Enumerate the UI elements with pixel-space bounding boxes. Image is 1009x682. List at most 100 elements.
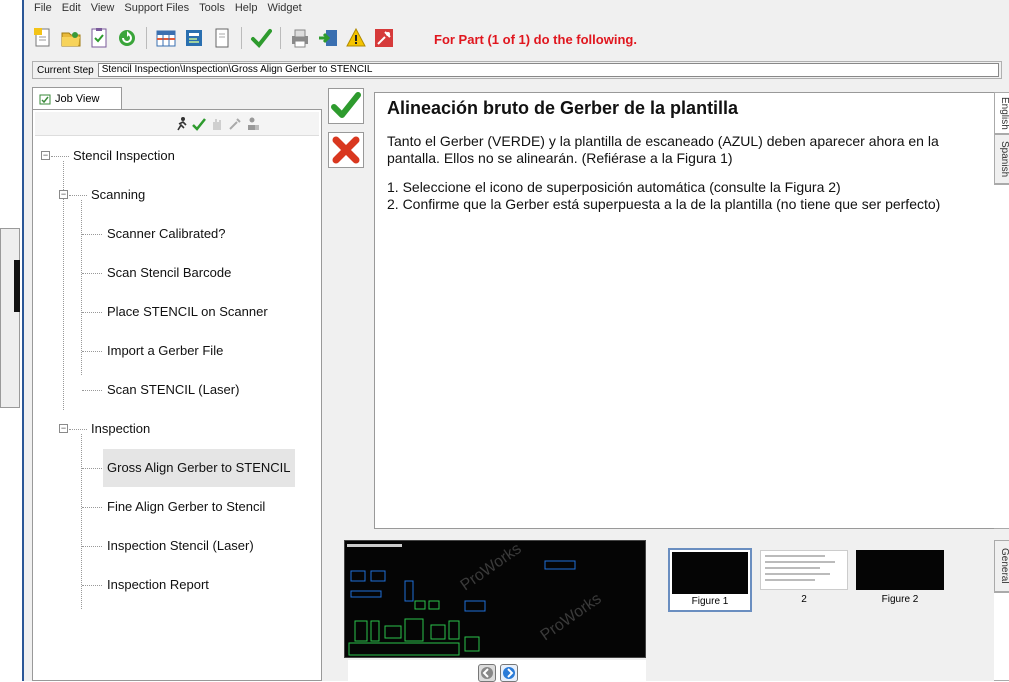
part-message: For Part (1 of 1) do the following. bbox=[434, 32, 637, 47]
toolbar-separator bbox=[280, 27, 281, 49]
reject-button[interactable] bbox=[328, 132, 364, 168]
checklist-icon[interactable] bbox=[88, 27, 110, 49]
tree-connector bbox=[82, 507, 102, 508]
tree-connector bbox=[81, 434, 82, 609]
warning-icon[interactable] bbox=[345, 27, 367, 49]
open-folder-icon[interactable] bbox=[60, 27, 82, 49]
tree-node-scanner-calibrated[interactable]: Scanner Calibrated? bbox=[103, 219, 230, 249]
figure-3-image bbox=[856, 550, 944, 590]
menu-tools[interactable]: Tools bbox=[199, 2, 225, 18]
instruction-panel: Alineación bruto de Gerber de la plantil… bbox=[374, 92, 996, 529]
job-view-panel: − Stencil Inspection − Scanning Scanner … bbox=[32, 109, 322, 681]
user-tool-icon[interactable] bbox=[245, 116, 261, 132]
tree-node-scan-stencil-laser[interactable]: Scan STENCIL (Laser) bbox=[103, 375, 243, 405]
tab-spanish[interactable]: Spanish bbox=[994, 134, 1009, 184]
tree-connector bbox=[82, 312, 102, 313]
tree-connector bbox=[82, 234, 102, 235]
menu-widget[interactable]: Widget bbox=[267, 2, 301, 18]
current-step-label: Current Step bbox=[37, 64, 94, 76]
checkmark-icon[interactable] bbox=[250, 27, 272, 49]
grid-icon[interactable] bbox=[155, 27, 177, 49]
tree-node-gross-align[interactable]: Gross Align Gerber to STENCIL bbox=[103, 449, 295, 487]
import-icon[interactable] bbox=[317, 27, 339, 49]
figure-preview[interactable]: ProWorks ProWorks bbox=[344, 540, 646, 658]
tab-english[interactable]: English bbox=[994, 92, 1009, 134]
tab-general[interactable]: General bbox=[994, 540, 1009, 592]
tree-connector bbox=[82, 468, 102, 469]
tree-connector bbox=[82, 351, 102, 352]
preview-strip bbox=[348, 660, 646, 681]
tree-node-inspection-stencil[interactable]: Inspection Stencil (Laser) bbox=[103, 531, 258, 561]
toolbar-separator bbox=[146, 27, 147, 49]
arrow-left-icon bbox=[481, 667, 493, 679]
red-x-icon bbox=[332, 136, 360, 164]
figure-2-label: 2 bbox=[801, 594, 807, 605]
tree-connector bbox=[82, 546, 102, 547]
tools-icon[interactable] bbox=[373, 27, 395, 49]
person-run-icon[interactable] bbox=[173, 116, 189, 132]
tab-job-view-label: Job View bbox=[55, 92, 100, 105]
collapse-inspection-icon[interactable]: − bbox=[59, 424, 68, 433]
tree-connector bbox=[81, 200, 82, 375]
figure-thumbnail-1[interactable]: Figure 1 bbox=[668, 548, 752, 612]
new-icon[interactable] bbox=[32, 27, 54, 49]
instruction-paragraph: Tanto el Gerber (VERDE) y la plantilla d… bbox=[387, 133, 939, 166]
report-icon[interactable] bbox=[183, 27, 205, 49]
tree-node-inspection[interactable]: Inspection bbox=[87, 414, 154, 444]
tree-connector bbox=[69, 429, 87, 430]
current-step-bar: Current Step Stencil Inspection\Inspecti… bbox=[32, 61, 1002, 79]
menu-edit[interactable]: Edit bbox=[62, 2, 81, 18]
menu-view[interactable]: View bbox=[91, 2, 115, 18]
document-icon[interactable] bbox=[211, 27, 233, 49]
figure-1-image bbox=[672, 552, 748, 594]
printer-icon[interactable] bbox=[289, 27, 311, 49]
toolbar bbox=[32, 24, 395, 52]
figure-thumbnail-2[interactable]: 2 bbox=[760, 550, 848, 606]
collapse-scanning-icon[interactable]: − bbox=[59, 190, 68, 199]
tab-job-view[interactable]: Job View bbox=[32, 87, 122, 109]
check-icon[interactable] bbox=[191, 116, 207, 132]
wrench-icon[interactable] bbox=[227, 116, 243, 132]
previous-figure-button[interactable] bbox=[478, 664, 496, 682]
background-window-edge bbox=[0, 0, 22, 681]
menu-bar: File Edit View Support Files Tools Help … bbox=[34, 2, 302, 18]
menu-support-files[interactable]: Support Files bbox=[124, 2, 189, 18]
tree-node-import-gerber[interactable]: Import a Gerber File bbox=[103, 336, 227, 366]
job-view-toolbar bbox=[35, 112, 319, 136]
instruction-step-2: 2. Confirme que la Gerber está superpues… bbox=[387, 196, 941, 212]
background-window-thumb bbox=[14, 260, 20, 312]
collapse-root-icon[interactable]: − bbox=[41, 151, 50, 160]
arrow-right-icon bbox=[503, 667, 515, 679]
app-window: File Edit View Support Files Tools Help … bbox=[22, 0, 1009, 682]
current-step-field[interactable]: Stencil Inspection\Inspection\Gross Alig… bbox=[97, 63, 999, 77]
tree-connector bbox=[82, 585, 102, 586]
green-check-icon bbox=[331, 92, 361, 118]
tree-connector bbox=[51, 156, 69, 157]
figure-3-label: Figure 2 bbox=[881, 594, 919, 605]
tree-node-scan-stencil-barcode[interactable]: Scan Stencil Barcode bbox=[103, 258, 235, 288]
figure-1-label: Figure 1 bbox=[691, 596, 729, 607]
tree-node-stencil-inspection[interactable]: Stencil Inspection bbox=[69, 141, 179, 171]
pcb-scan-image: ProWorks ProWorks bbox=[345, 541, 645, 657]
menu-file[interactable]: File bbox=[34, 2, 52, 18]
tree-connector bbox=[82, 273, 102, 274]
figure-thumbnail-3[interactable]: Figure 2 bbox=[856, 550, 944, 606]
toolbar-separator bbox=[241, 27, 242, 49]
confirm-button[interactable] bbox=[328, 88, 364, 124]
bottom-tabs: General bbox=[994, 540, 1009, 681]
next-figure-button[interactable] bbox=[500, 664, 518, 682]
tree-node-place-stencil[interactable]: Place STENCIL on Scanner bbox=[103, 297, 272, 327]
instruction-title: Alineación bruto de Gerber de la plantil… bbox=[387, 98, 739, 118]
job-view-icon bbox=[39, 94, 51, 104]
instruction-step-1: 1. Seleccione el icono de superposición … bbox=[387, 179, 841, 195]
refresh-icon[interactable] bbox=[116, 27, 138, 49]
background-window-frame bbox=[0, 228, 20, 408]
tree-node-inspection-report[interactable]: Inspection Report bbox=[103, 570, 213, 600]
tree-node-scanning[interactable]: Scanning bbox=[87, 180, 149, 210]
hand-icon[interactable] bbox=[209, 116, 225, 132]
tree-node-fine-align[interactable]: Fine Align Gerber to Stencil bbox=[103, 492, 269, 522]
tab-strip bbox=[994, 592, 1009, 681]
tree-connector bbox=[69, 195, 87, 196]
menu-help[interactable]: Help bbox=[235, 2, 258, 18]
figure-2-image bbox=[760, 550, 848, 590]
